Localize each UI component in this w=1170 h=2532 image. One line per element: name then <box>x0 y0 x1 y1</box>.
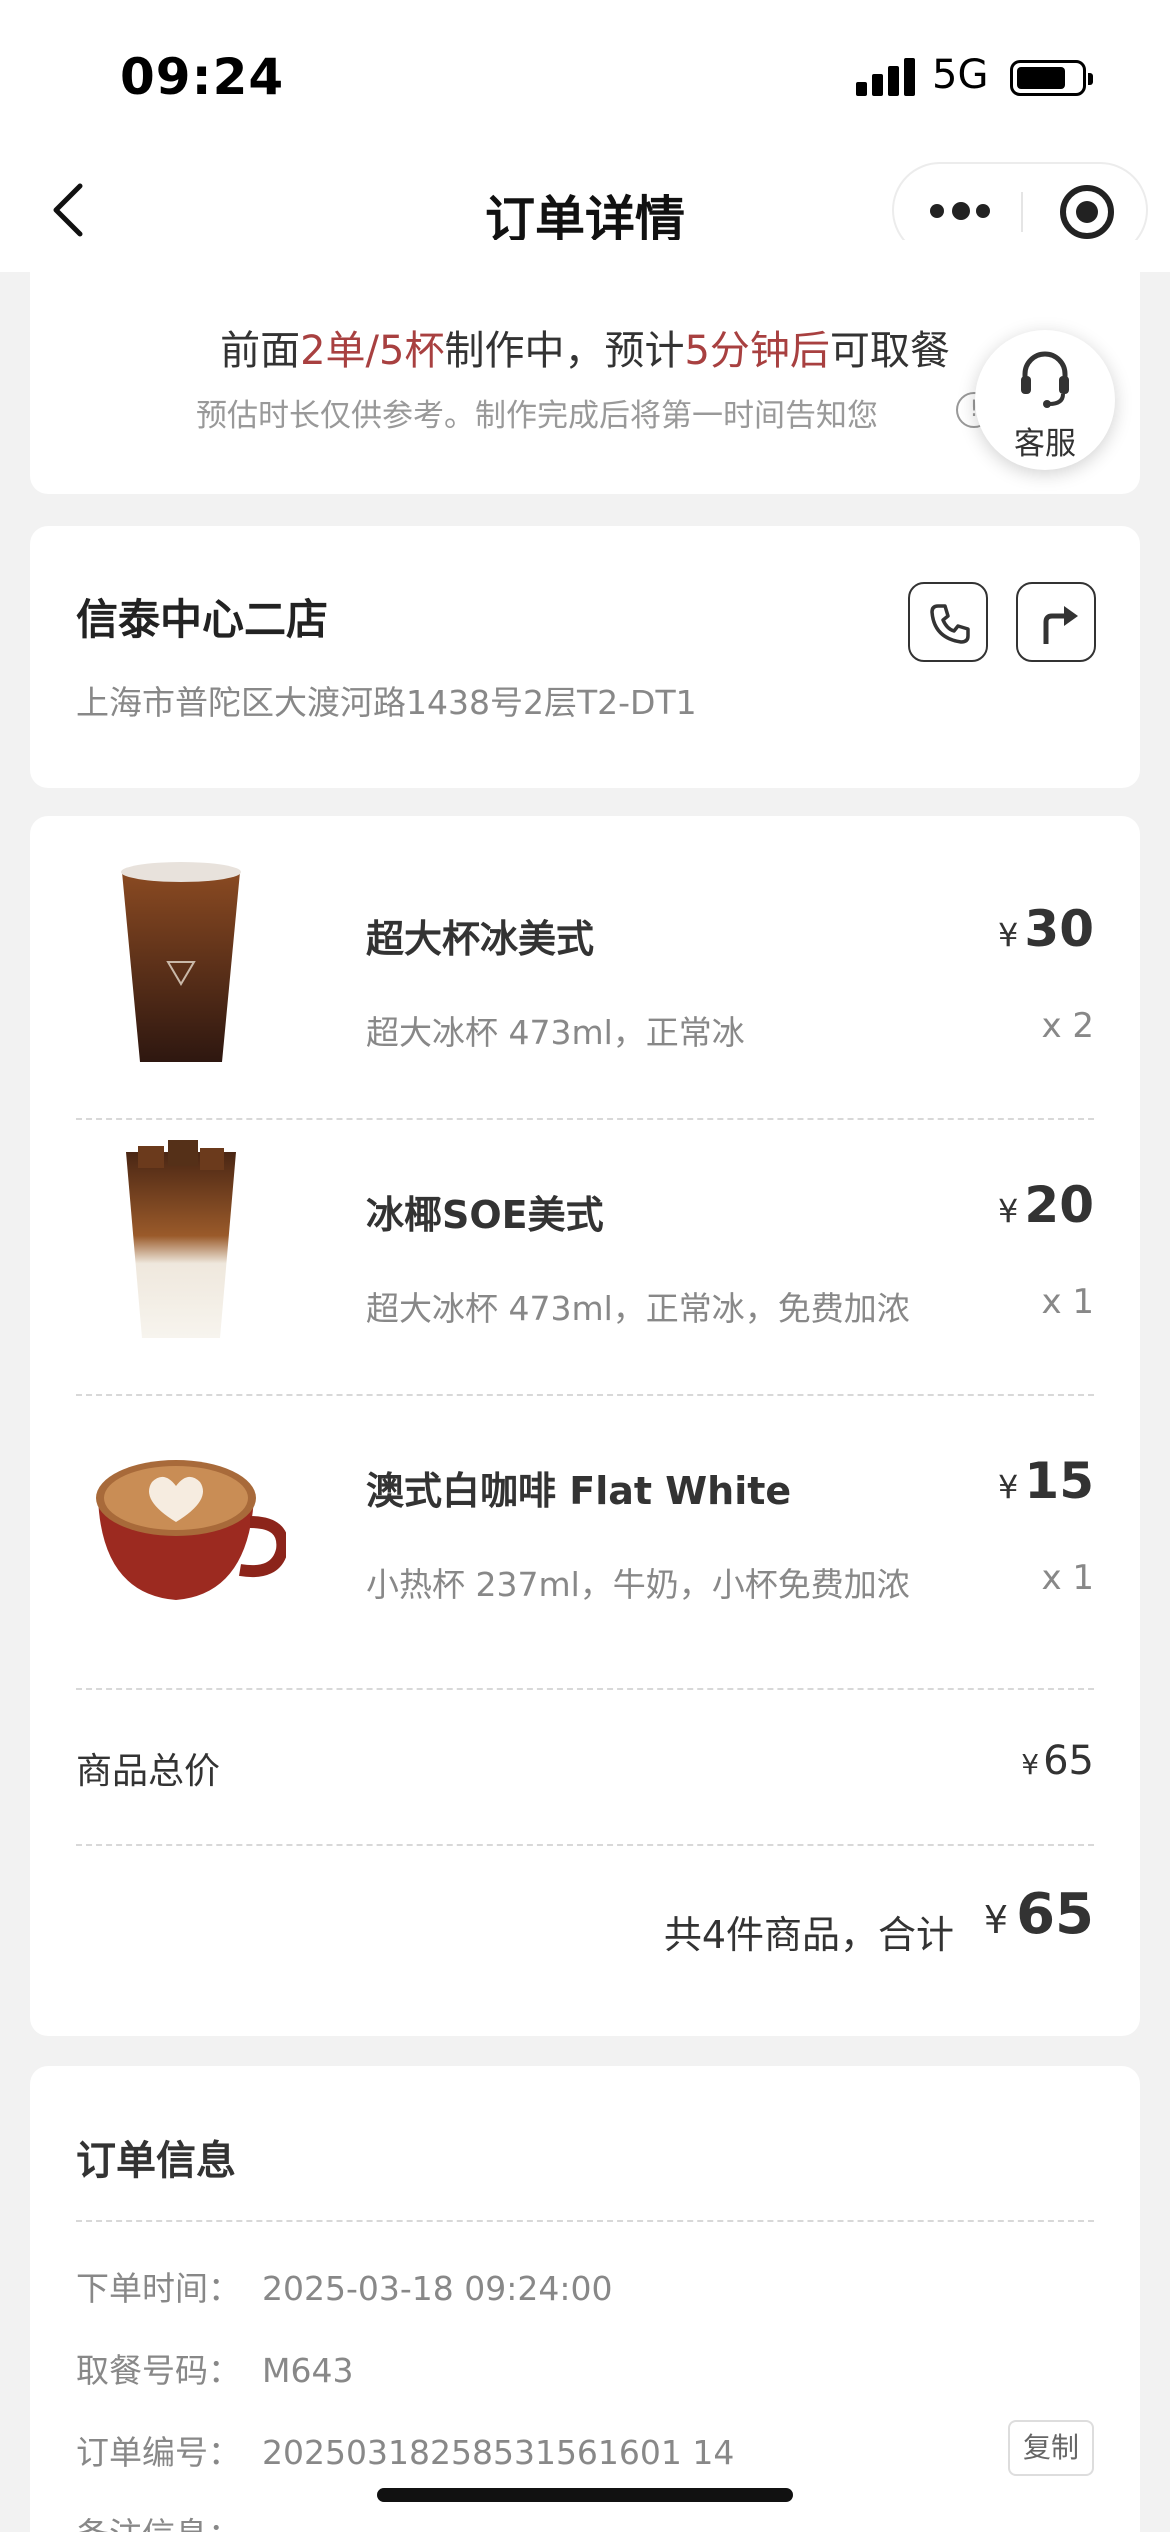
order-number-value: 20250318258531561601 14 <box>262 2433 735 2472</box>
target-icon[interactable] <box>1060 185 1114 239</box>
item-spec: 小热杯 237ml，牛奶，小杯免费加浓 <box>366 1565 910 1604</box>
currency-symbol: ¥ <box>998 916 1019 954</box>
item-quantity: x 2 <box>1041 1006 1094 1046</box>
store-name: 信泰中心二店 <box>76 595 329 644</box>
pickup-code-label: 取餐号码： <box>76 2351 241 2390</box>
headset-icon <box>1021 351 1069 408</box>
item-spec: 超大冰杯 473ml，正常冰，免费加浓 <box>366 1289 910 1328</box>
eta-queue: 2单/5杯 <box>300 328 445 374</box>
total-label: 共4件商品，合计 <box>663 1913 954 1957</box>
copy-order-number-button[interactable]: 复制 <box>1008 2420 1094 2476</box>
eta-card: 前面2单/5杯制作中，预计5分钟后可取餐 预估时长仅供参考。制作完成后将第一时间… <box>30 240 1140 494</box>
item-name: 澳式白咖啡 Flat White <box>366 1469 792 1513</box>
order-info-card: 订单信息 下单时间： 2025-03-18 09:24:00 取餐号码： M643 … <box>30 2066 1140 2532</box>
total-value: ¥65 <box>984 1882 1094 1947</box>
subtotal-label: 商品总价 <box>76 1751 221 1792</box>
capsule-divider <box>1021 192 1023 232</box>
signal-icon <box>856 58 916 96</box>
item-price-value: 30 <box>1024 900 1094 958</box>
total-amount: 65 <box>1016 1882 1094 1947</box>
call-store-button[interactable] <box>908 582 988 662</box>
status-time: 09:24 <box>120 48 285 106</box>
product-image-coconut-americano <box>76 1128 286 1348</box>
currency-symbol: ¥ <box>998 1192 1019 1230</box>
order-items-card: 超大杯冰美式 超大冰杯 473ml，正常冰 ¥30 x 2 冰椰SOE美式 超大… <box>30 816 1140 2036</box>
item-name: 冰椰SOE美式 <box>366 1193 604 1237</box>
order-info-title: 订单信息 <box>76 2138 236 2184</box>
directions-icon <box>1043 606 1078 644</box>
order-number-row: 订单编号： 20250318258531561601 14 <box>76 2426 734 2474</box>
eta-middle: 制作中，预计 <box>444 328 685 374</box>
currency-symbol: ¥ <box>1021 1748 1040 1781</box>
product-image-flat-white <box>76 1404 289 1624</box>
eta-suffix: 可取餐 <box>829 328 950 374</box>
item-quantity: x 1 <box>1041 1282 1094 1322</box>
currency-symbol: ¥ <box>998 1468 1019 1506</box>
subtotal-value: ¥65 <box>1021 1738 1094 1784</box>
store-address: 上海市普陀区大渡河路1438号2层T2-DT1 <box>76 683 697 722</box>
eta-wait: 5分钟后 <box>684 328 830 374</box>
item-name: 超大杯冰美式 <box>366 917 595 961</box>
divider <box>76 1844 1094 1846</box>
eta-note: 预估时长仅供参考。制作完成后将第一时间告知您 <box>196 398 878 434</box>
more-icon[interactable] <box>930 200 992 222</box>
app-root: 09:24 5G 订单详情 前面2单/5杯制作中，预计5分钟后可取餐 预估时长仅… <box>0 0 1170 2532</box>
item-spec: 超大冰杯 473ml，正常冰 <box>366 1013 745 1052</box>
status-bar: 09:24 5G <box>0 0 1170 150</box>
eta-message: 前面2单/5杯制作中，预计5分钟后可取餐 <box>30 318 1140 376</box>
subtotal-amount: 65 <box>1043 1738 1094 1784</box>
order-time-label: 下单时间： <box>76 2269 241 2308</box>
item-price: ¥30 <box>998 900 1094 958</box>
battery-icon <box>1010 60 1093 96</box>
divider <box>76 2220 1094 2222</box>
order-time-value: 2025-03-18 09:24:00 <box>262 2269 613 2308</box>
pickup-code-row: 取餐号码： M643 <box>76 2344 353 2392</box>
item-price: ¥15 <box>998 1452 1094 1510</box>
list-item[interactable]: 超大杯冰美式 超大冰杯 473ml，正常冰 ¥30 x 2 <box>76 816 1094 1092</box>
item-quantity: x 1 <box>1041 1558 1094 1598</box>
item-price-value: 15 <box>1024 1452 1094 1510</box>
product-image-iced-americano <box>76 852 286 1072</box>
pickup-code-value: M643 <box>262 2351 354 2390</box>
store-card: 信泰中心二店 上海市普陀区大渡河路1438号2层T2-DT1 <box>30 526 1140 788</box>
network-type: 5G <box>932 52 989 98</box>
remarks-label: 备注信息： <box>76 2508 262 2532</box>
item-price: ¥20 <box>998 1176 1094 1234</box>
divider <box>76 1688 1094 1690</box>
item-price-value: 20 <box>1024 1176 1094 1234</box>
home-indicator[interactable] <box>377 2488 793 2502</box>
customer-service-button[interactable]: 客服 <box>975 330 1115 470</box>
remarks-row: 备注信息： <box>76 2508 262 2532</box>
navigate-button[interactable] <box>1016 582 1096 662</box>
phone-icon <box>930 604 970 644</box>
list-item[interactable]: 澳式白咖啡 Flat White 小热杯 237ml，牛奶，小杯免费加浓 ¥15… <box>76 1368 1094 1644</box>
eta-prefix: 前面 <box>220 328 301 374</box>
order-time-row: 下单时间： 2025-03-18 09:24:00 <box>76 2262 612 2310</box>
currency-symbol: ¥ <box>983 1898 1009 1942</box>
list-item[interactable]: 冰椰SOE美式 超大冰杯 473ml，正常冰，免费加浓 ¥20 x 1 <box>76 1092 1094 1368</box>
order-number-label: 订单编号： <box>76 2433 241 2472</box>
customer-service-label: 客服 <box>1014 426 1076 462</box>
